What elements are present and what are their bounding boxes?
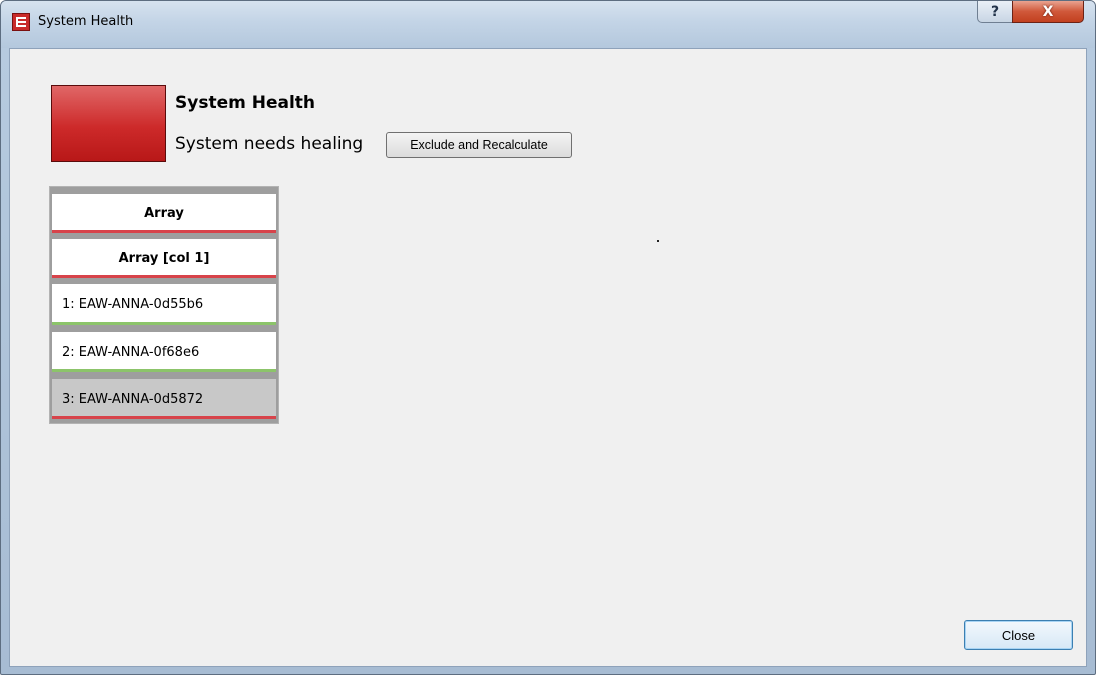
close-icon: X [1042, 3, 1054, 20]
help-icon: ? [990, 3, 1000, 20]
dialog-content: System Health System needs healing Exclu… [9, 48, 1087, 667]
node-status-bar [52, 275, 276, 278]
tree-node-label: 2: EAW-ANNA-0f68e6 [62, 344, 200, 360]
tree-node-device[interactable]: 3: EAW-ANNA-0d5872 [52, 379, 276, 419]
node-status-bar [52, 416, 276, 419]
stray-dot [657, 240, 659, 242]
window-close-button[interactable]: X [1012, 1, 1084, 23]
tree-node-label: Array [col 1] [118, 251, 210, 266]
window-title: System Health [38, 14, 134, 29]
health-status-indicator [51, 85, 166, 162]
tree-node-array[interactable]: Array [52, 194, 276, 233]
health-heading: System Health [175, 93, 316, 113]
exclude-and-recalculate-button[interactable]: Exclude and Recalculate [386, 132, 572, 158]
node-status-bar [52, 230, 276, 233]
help-button[interactable]: ? [977, 1, 1013, 23]
close-button[interactable]: Close [964, 620, 1073, 650]
tree-node-device[interactable]: 2: EAW-ANNA-0f68e6 [52, 332, 276, 372]
health-status-text: System needs healing [175, 134, 364, 154]
app-logo-icon [12, 13, 30, 31]
node-status-bar [52, 322, 276, 325]
node-status-bar [52, 369, 276, 372]
tree-node-device[interactable]: 1: EAW-ANNA-0d55b6 [52, 284, 276, 325]
title-bar[interactable]: System Health ? X [1, 1, 1095, 48]
system-health-window: System Health ? X System Health System n… [0, 0, 1096, 675]
tree-node-label: 3: EAW-ANNA-0d5872 [62, 391, 204, 407]
tree-node-label: Array [144, 206, 184, 221]
array-tree: Array Array [col 1] 1: EAW-ANNA-0d55b6 2… [49, 186, 279, 424]
tree-node-label: 1: EAW-ANNA-0d55b6 [62, 297, 204, 312]
tree-node-array-col[interactable]: Array [col 1] [52, 239, 276, 278]
